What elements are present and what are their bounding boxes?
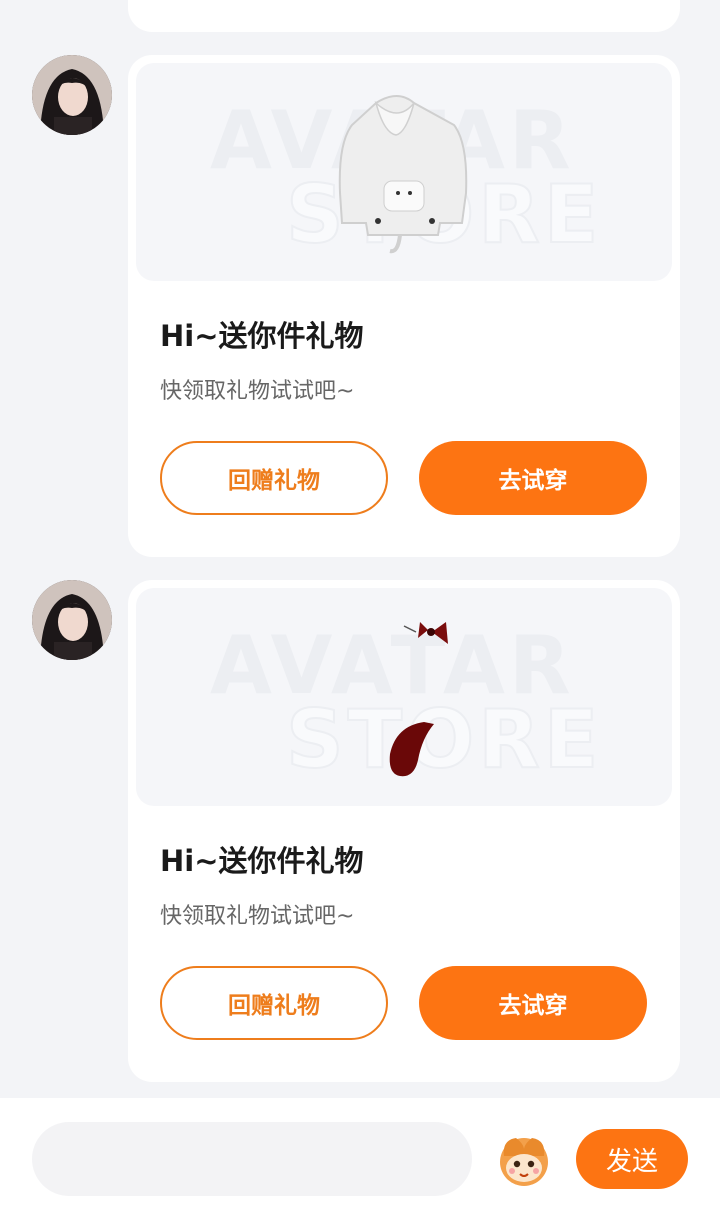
chat-message-list[interactable]: AVATAR STORE Hi~送你件礼物 快领取礼物试试吧~ 回赠礼物 去试穿	[0, 0, 720, 1098]
message-input[interactable]	[32, 1122, 472, 1196]
send-button[interactable]: 发送	[576, 1129, 688, 1189]
try-on-button[interactable]: 去试穿	[419, 966, 647, 1040]
monkey-emoji-icon[interactable]	[494, 1130, 554, 1190]
gift-preview[interactable]: AVATAR STORE	[136, 588, 672, 806]
bow-and-tail-icon	[389, 622, 448, 777]
gift-title: Hi~送你件礼物	[160, 844, 364, 878]
return-gift-button[interactable]: 回赠礼物	[160, 966, 388, 1040]
message-composer: 发送	[0, 1098, 720, 1208]
return-gift-button[interactable]: 回赠礼物	[160, 441, 388, 515]
gift-subtitle: 快领取礼物试试吧~	[160, 379, 355, 404]
gift-title: Hi~送你件礼物	[160, 319, 364, 353]
hoodie-icon	[338, 95, 468, 254]
gift-message-card: AVATAR STORE Hi~送你件礼物 快领取礼物试试吧~ 回赠礼物 去试穿	[128, 55, 680, 557]
try-on-button[interactable]: 去试穿	[419, 441, 647, 515]
sender-avatar[interactable]	[32, 55, 112, 135]
previous-message-card	[128, 0, 680, 32]
gift-message-card: AVATAR STORE Hi~送你件礼物 快领取礼物试试吧~ 回赠礼物 去试穿	[128, 580, 680, 1082]
gift-preview[interactable]: AVATAR STORE	[136, 63, 672, 281]
sender-avatar[interactable]	[32, 580, 112, 660]
gift-subtitle: 快领取礼物试试吧~	[160, 904, 355, 929]
